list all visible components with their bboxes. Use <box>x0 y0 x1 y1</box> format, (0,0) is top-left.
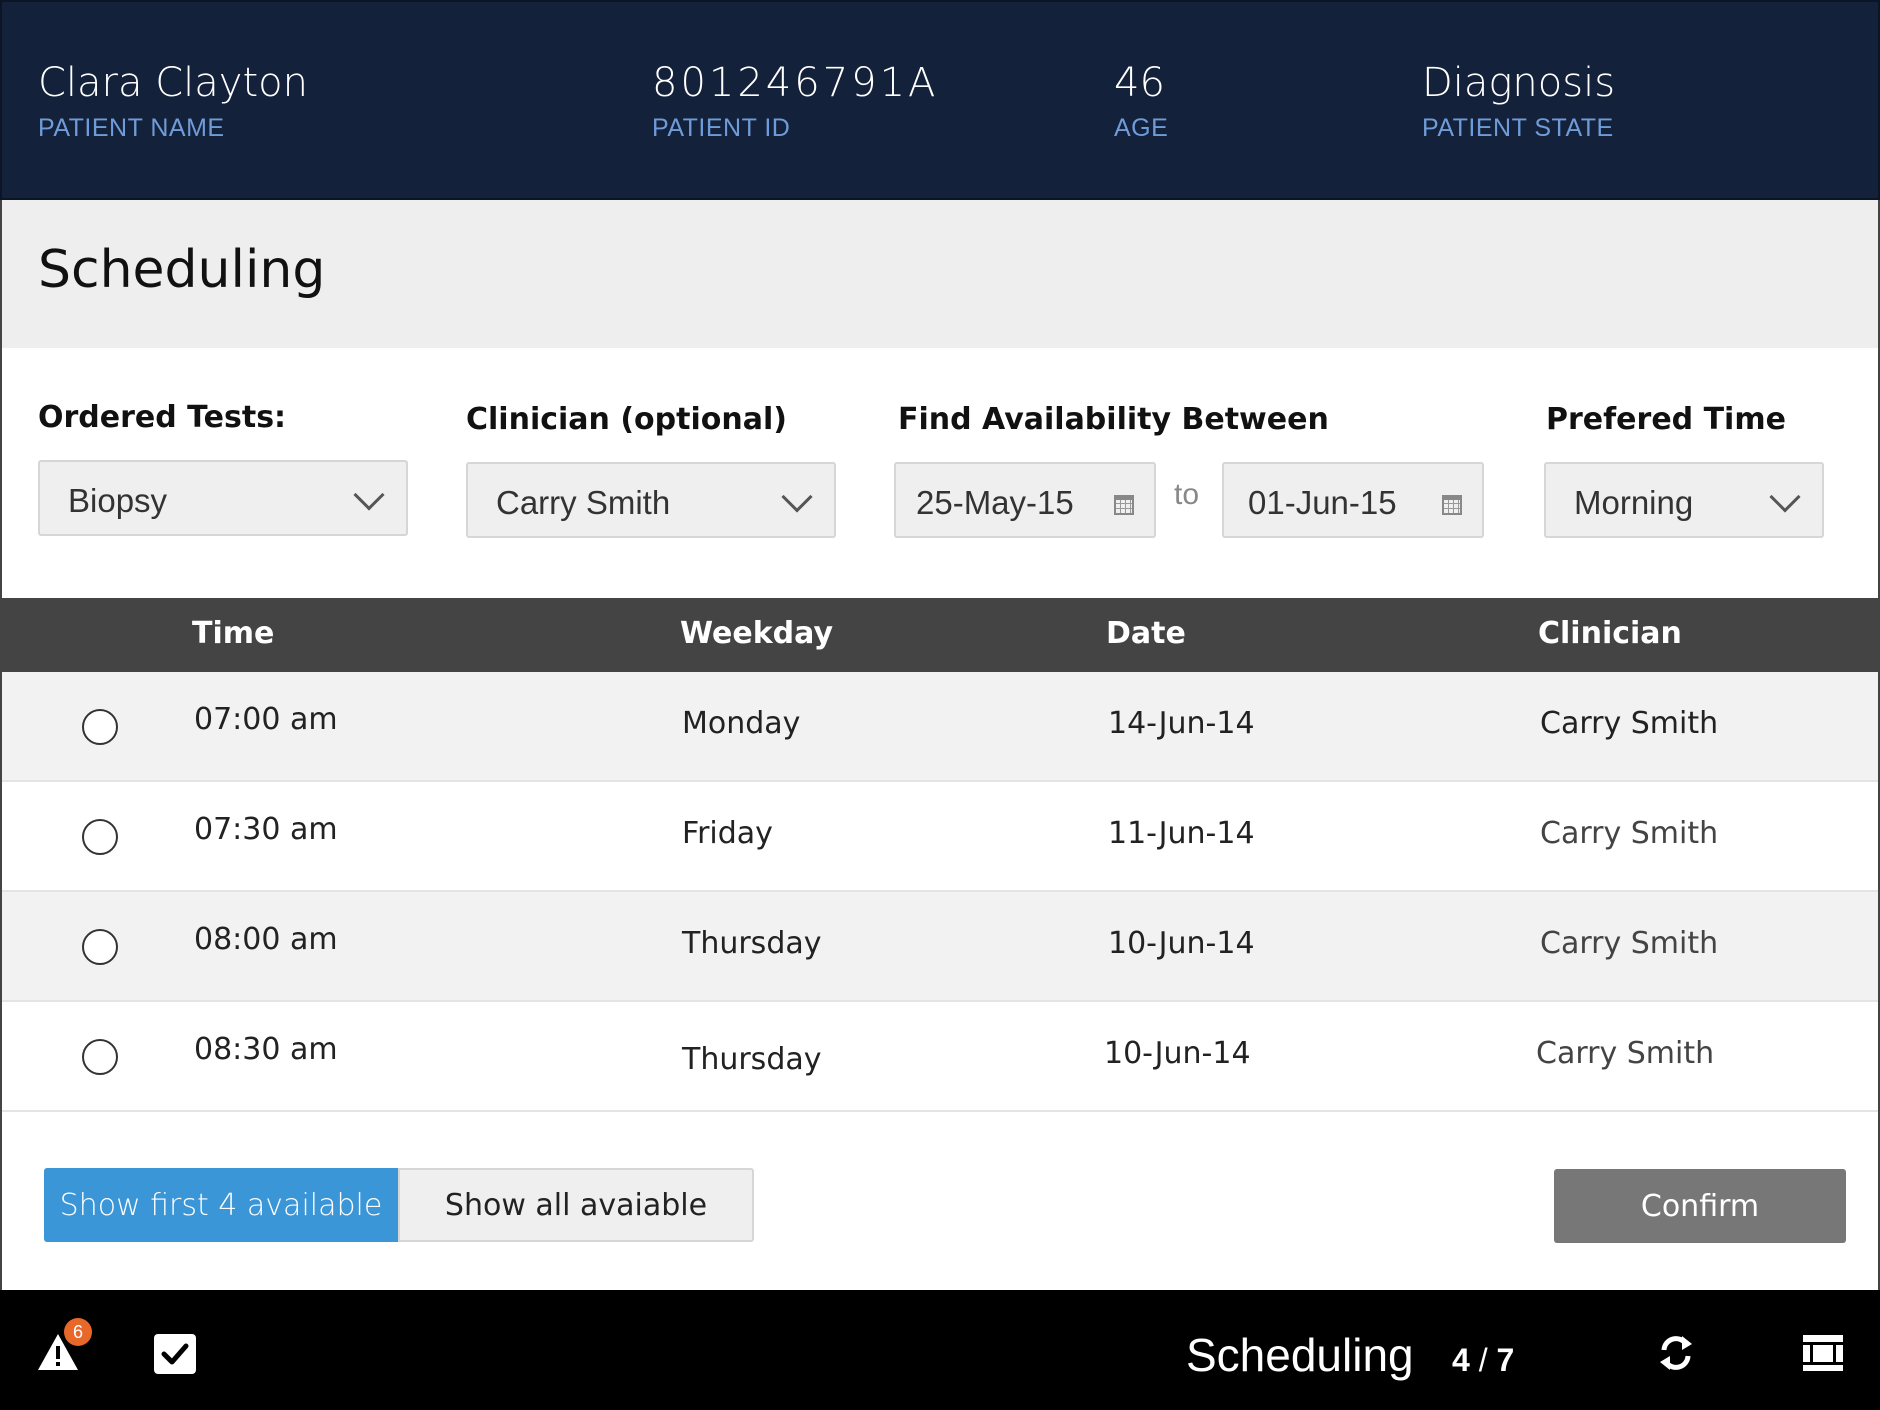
cell-clinician: Carry Smith <box>1540 706 1719 741</box>
preferred-time-label: Prefered Time <box>1546 402 1786 437</box>
availability-to-value: 01-Jun-15 <box>1248 484 1397 521</box>
chevron-down-icon <box>353 479 385 511</box>
page-separator: / <box>1478 1342 1488 1378</box>
preferred-time-value: Morning <box>1574 484 1694 521</box>
cell-clinician: Carry Smith <box>1540 926 1719 961</box>
availability-from-date[interactable]: 25-May-15 <box>894 462 1156 538</box>
table-row[interactable]: 08:30 am Thursday 10-Jun-14 Carry Smith <box>2 1002 1878 1112</box>
ordered-tests-label: Ordered Tests: <box>38 400 287 435</box>
row-radio[interactable] <box>82 709 118 745</box>
clinician-label: Clinician (optional) <box>466 402 787 437</box>
cell-time: 08:30 am <box>194 1032 338 1067</box>
patient-name-label: PATIENT NAME <box>38 114 225 142</box>
title-band: Scheduling <box>0 200 1880 348</box>
layout-icon[interactable] <box>1802 1334 1844 1372</box>
patient-name: Clara Clayton <box>38 60 308 106</box>
column-header-weekday[interactable]: Weekday <box>680 616 833 651</box>
patient-age: 46 <box>1114 60 1165 106</box>
patient-age-label: AGE <box>1114 114 1169 142</box>
show-first-available-button[interactable]: Show first 4 available <box>44 1168 398 1242</box>
cell-weekday: Thursday <box>682 1042 822 1077</box>
filters-panel: Ordered Tests: Biopsy Clinician (optiona… <box>0 348 1880 598</box>
calendar-icon[interactable] <box>1114 495 1134 515</box>
table-header: Time Weekday Date Clinician <box>0 598 1880 672</box>
patient-id: 801246791A <box>652 60 939 106</box>
page-indicator: 4 / 7 <box>1452 1342 1514 1379</box>
patient-id-label: PATIENT ID <box>652 114 791 142</box>
page-total: 7 <box>1496 1342 1515 1378</box>
preferred-time-select[interactable]: Morning <box>1544 462 1824 538</box>
calendar-icon[interactable] <box>1442 495 1462 515</box>
show-all-available-button[interactable]: Show all avaiable <box>398 1168 754 1242</box>
cell-date: 10-Jun-14 <box>1108 926 1255 961</box>
patient-name-field: Clara Clayton PATIENT NAME <box>38 60 308 143</box>
ordered-tests-value: Biopsy <box>68 482 168 519</box>
patient-state-field: Diagnosis PATIENT STATE <box>1422 60 1615 143</box>
cell-date: 14-Jun-14 <box>1108 706 1255 741</box>
cell-date: 10-Jun-14 <box>1104 1036 1251 1071</box>
cell-time: 07:30 am <box>194 812 338 847</box>
cell-clinician: Carry Smith <box>1536 1036 1715 1071</box>
refresh-icon[interactable] <box>1656 1332 1696 1374</box>
page-title: Scheduling <box>38 240 326 300</box>
clinician-value: Carry Smith <box>496 484 671 521</box>
patient-id-field: 801246791A PATIENT ID <box>652 60 938 143</box>
clinician-select[interactable]: Carry Smith <box>466 462 836 538</box>
column-header-date[interactable]: Date <box>1106 616 1186 651</box>
availability-from-value: 25-May-15 <box>916 484 1074 521</box>
table-row[interactable]: 08:00 am Thursday 10-Jun-14 Carry Smith <box>2 892 1878 1002</box>
confirm-button[interactable]: Confirm <box>1554 1169 1846 1243</box>
appointments-table: 07:00 am Monday 14-Jun-14 Carry Smith 07… <box>0 672 1880 1112</box>
cell-date: 11-Jun-14 <box>1108 816 1255 851</box>
row-radio[interactable] <box>82 929 118 965</box>
patient-age-field: 46 AGE <box>1114 60 1168 143</box>
patient-header: Clara Clayton PATIENT NAME 801246791A PA… <box>0 0 1880 200</box>
patient-state-label: PATIENT STATE <box>1422 114 1614 142</box>
cell-time: 08:00 am <box>194 922 338 957</box>
actions-bar: Show first 4 available Show all avaiable… <box>0 1112 1880 1290</box>
column-header-clinician[interactable]: Clinician <box>1538 616 1682 651</box>
availability-label: Find Availability Between <box>898 402 1329 437</box>
chevron-down-icon <box>781 481 813 513</box>
cell-weekday: Friday <box>682 816 773 851</box>
availability-to-text: to <box>1174 478 1200 511</box>
ordered-tests-select[interactable]: Biopsy <box>38 460 408 536</box>
checkbox-icon[interactable] <box>154 1334 196 1374</box>
footer-title: Scheduling <box>1186 1329 1414 1381</box>
alert-count-badge: 6 <box>64 1318 92 1346</box>
availability-to-date[interactable]: 01-Jun-15 <box>1222 462 1484 538</box>
patient-state: Diagnosis <box>1422 60 1616 106</box>
table-row[interactable]: 07:30 am Friday 11-Jun-14 Carry Smith <box>2 782 1878 892</box>
cell-weekday: Monday <box>682 706 801 741</box>
page-current: 4 <box>1452 1342 1470 1378</box>
table-row[interactable]: 07:00 am Monday 14-Jun-14 Carry Smith <box>2 672 1878 782</box>
cell-weekday: Thursday <box>682 926 822 961</box>
row-radio[interactable] <box>82 1039 118 1075</box>
cell-clinician: Carry Smith <box>1540 816 1719 851</box>
column-header-time[interactable]: Time <box>192 616 274 651</box>
row-radio[interactable] <box>82 819 118 855</box>
chevron-down-icon <box>1769 481 1801 513</box>
cell-time: 07:00 am <box>194 702 338 737</box>
footer-bar: 6 Scheduling 4 / 7 <box>0 1290 1880 1410</box>
